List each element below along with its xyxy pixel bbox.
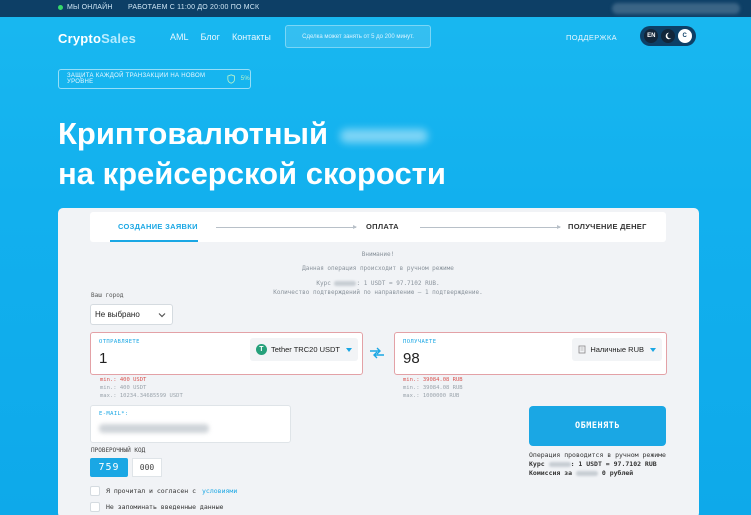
working-hours: РАБОТАЕМ С 11:00 ДО 20:00 ПО МСК [128, 4, 260, 11]
support-link[interactable]: ПОДДЕРЖКА [566, 33, 617, 42]
hero-line-2: на крейсерской скорости [58, 156, 446, 191]
info-attention: Внимание! [361, 251, 395, 258]
nav-link-contacts[interactable]: Контакты [232, 32, 271, 42]
main-nav: CryptoSales AML Блог Контакты Сделка мож… [0, 25, 751, 49]
receive-min: min.: 39084.08 RUB [403, 385, 463, 391]
caret-down-icon [650, 347, 656, 352]
timing-notice: Сделка может занять от 5 до 200 минут. [285, 25, 431, 48]
step-payment: ОПЛАТА [366, 222, 399, 231]
send-min: min.: 400 USDT [100, 385, 147, 391]
send-min-error: min.: 400 USDT [100, 377, 147, 383]
terms-link[interactable]: условиями [202, 487, 237, 495]
send-limits: min.: 400 USDT min.: 400 USDT max.: 1023… [100, 376, 183, 400]
receive-label: ПОЛУЧАЕТЕ [403, 339, 437, 345]
step-create: СОЗДАНИЕ ЗАЯВКИ [118, 222, 198, 231]
email-value-blurred [99, 424, 209, 433]
logo-part-2: Sales [101, 31, 137, 46]
blurred-inline [575, 470, 598, 476]
lang-theme-switch: EN C [640, 26, 696, 46]
receive-currency: Наличные RUB [590, 345, 644, 354]
step-active-underline [110, 240, 198, 242]
nav-link-blog[interactable]: Блог [201, 32, 220, 42]
captcha-code: 759 [90, 458, 128, 477]
blurred-inline [334, 281, 357, 286]
nav-link-aml[interactable]: AML [170, 32, 189, 42]
swap-icon[interactable] [369, 347, 385, 359]
send-field[interactable]: ОТПРАВЛЯЕТЕ 1 T Tether TRC20 USDT [90, 332, 363, 375]
agree-text: Я прочитал и согласен с [106, 487, 197, 495]
exchange-button[interactable]: ОБМЕНЯТЬ [529, 406, 666, 446]
chevron-down-icon [158, 313, 166, 318]
email-label: E-MAIL*: [99, 411, 129, 417]
op-rate-label: Курс [529, 460, 545, 468]
email-field[interactable]: E-MAIL*: [90, 405, 291, 443]
remember-text: Не запоминать введенные данные [106, 503, 224, 511]
receive-currency-select[interactable]: Наличные RUB [572, 338, 662, 361]
operation-note: Операция проводится в ручном режиме Курс… [529, 451, 679, 478]
nav-links: AML Блог Контакты [170, 32, 271, 42]
receive-amount[interactable]: 98 [403, 350, 420, 367]
hero-line-1: Криптовалютный [58, 116, 329, 151]
receive-min-error: min.: 39084.08 RUB [403, 377, 463, 383]
step-receive: ПОЛУЧЕНИЕ ДЕНЕГ [568, 222, 647, 231]
logo-part-1: Crypto [58, 31, 102, 46]
security-pct: 5% [240, 76, 250, 82]
remember-row: Не запоминать введенные данные [90, 502, 223, 512]
online-label: МЫ ОНЛАЙН [67, 4, 113, 11]
tether-icon: T [255, 344, 267, 355]
moon-icon[interactable] [660, 29, 675, 43]
exchange-card: СОЗДАНИЕ ЗАЯВКИ ОПЛАТА ПОЛУЧЕНИЕ ДЕНЕГ В… [58, 208, 699, 515]
info-confirmations: Количество подтверждений по направлению … [273, 289, 483, 296]
agree-checkbox[interactable] [90, 486, 100, 496]
agree-row: Я прочитал и согласен с условиями [90, 486, 237, 496]
op-note-rate: Курс : 1 USDT = 97.7102 RUB [529, 460, 679, 469]
captcha-label: ПРОВЕРОЧНЫЙ КОД [91, 447, 146, 454]
op-note-fee: Комиссия за 0 рублей [529, 469, 679, 478]
op-rate-value: : 1 USDT = 97.7102 RUB [570, 460, 657, 468]
steps-bar: СОЗДАНИЕ ЗАЯВКИ ОПЛАТА ПОЛУЧЕНИЕ ДЕНЕГ [90, 212, 666, 242]
theme-c-button[interactable]: C [677, 29, 692, 43]
captcha-input[interactable]: 000 [132, 458, 162, 477]
blurred-contact [612, 3, 740, 14]
op-fee-label: Комиссия за [529, 469, 573, 477]
op-note-line1: Операция проводится в ручном режиме [529, 451, 666, 459]
top-bar: МЫ ОНЛАЙН РАБОТАЕМ С 11:00 ДО 20:00 ПО М… [0, 0, 751, 17]
security-badge: ЗАЩИТА КАЖДОЙ ТРАНЗАКЦИИ НА НОВОМ УРОВНЕ… [58, 69, 251, 89]
city-value: Не выбрано [95, 310, 140, 319]
receive-field[interactable]: ПОЛУЧАЕТЕ 98 Наличные RUB [394, 332, 667, 375]
receive-max: max.: 1000000 RUB [403, 393, 460, 399]
step-arrow-2 [420, 225, 561, 229]
op-fee-value: 0 рублей [601, 469, 634, 477]
info-rate: Курс : 1 USDT = 97.7102 RUB. [258, 280, 498, 287]
send-currency: Tether TRC20 USDT [270, 345, 340, 354]
send-currency-select[interactable]: T Tether TRC20 USDT [249, 338, 358, 361]
info-manual: Данная операция происходит в ручном режи… [302, 265, 454, 272]
send-max: max.: 10234.34685599 USDT [100, 393, 183, 399]
cash-icon [578, 345, 586, 354]
send-amount[interactable]: 1 [99, 350, 107, 367]
city-label: Ваш город [91, 292, 124, 299]
logo[interactable]: CryptoSales [58, 31, 136, 46]
hero-blurred-word [340, 128, 429, 143]
blurred-inline [548, 461, 571, 467]
hero-title: Криптовалютный на крейсерской скорости [58, 114, 446, 194]
city-select[interactable]: Не выбрано [90, 304, 173, 325]
step-arrow-1 [216, 225, 357, 229]
shield-icon [227, 74, 236, 84]
lang-en-button[interactable]: EN [644, 29, 659, 43]
caret-down-icon [346, 347, 352, 352]
security-text: ЗАЩИТА КАЖДОЙ ТРАНЗАКЦИИ НА НОВОМ УРОВНЕ [67, 73, 206, 85]
info-rate-label: Курс [316, 280, 331, 287]
send-label: ОТПРАВЛЯЕТЕ [99, 339, 140, 345]
receive-limits: min.: 39084.08 RUB min.: 39084.08 RUB ma… [403, 376, 463, 400]
online-dot-icon [58, 5, 63, 10]
info-rate-value: : 1 USDT = 97.7102 RUB. [356, 280, 440, 287]
remember-checkbox[interactable] [90, 502, 100, 512]
online-status: МЫ ОНЛАЙН [58, 4, 113, 11]
